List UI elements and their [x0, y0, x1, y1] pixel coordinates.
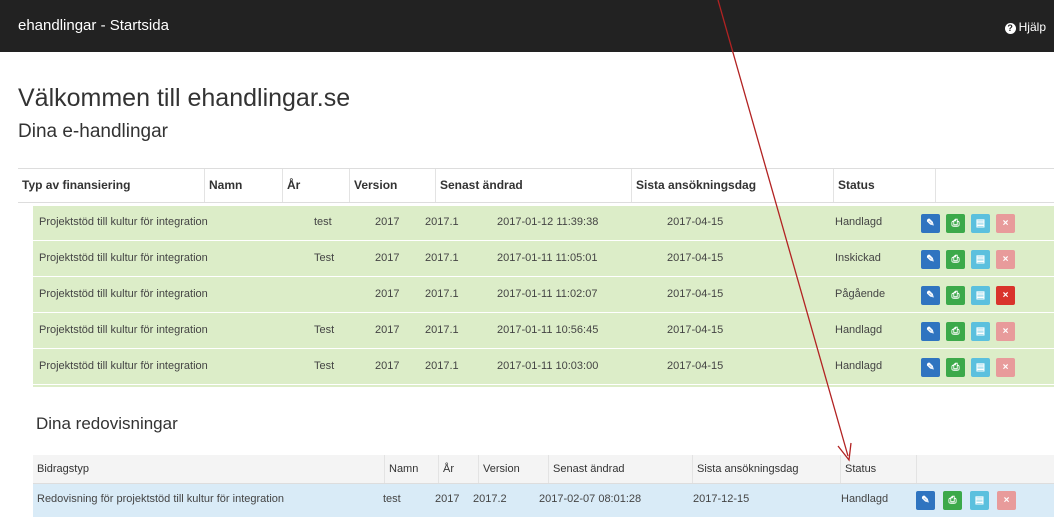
cell-status: Handlagd [835, 216, 883, 228]
col-ar: År [283, 169, 350, 202]
print-button[interactable]: ⎙ [943, 491, 962, 510]
col-namn: Namn [205, 169, 283, 202]
print-button[interactable]: ⎙ [946, 322, 965, 341]
redovisningar-table-body: Redovisning för projektstöd till kultur … [33, 484, 1054, 517]
delete-button[interactable]: × [996, 214, 1015, 233]
col-status: Status [834, 169, 936, 202]
edit-button[interactable]: ✎ [921, 250, 940, 269]
edit-button[interactable]: ✎ [921, 286, 940, 305]
cell-version: 2017.1 [425, 324, 459, 336]
col-namn: Namn [385, 455, 439, 483]
cell-ar: 2017 [375, 324, 400, 336]
view-button[interactable]: ▤ [971, 250, 990, 269]
view-button[interactable]: ▤ [971, 358, 990, 377]
ehandlingar-table-body: Projektstöd till kultur för integration … [33, 206, 1054, 387]
view-button[interactable]: ▤ [971, 286, 990, 305]
cell-namn: Test [314, 360, 335, 372]
cell-sista: 2017-12-15 [693, 493, 750, 505]
col-bidragstyp: Bidragstyp [33, 455, 385, 483]
table-row: Projektstöd till kultur för integration … [33, 206, 1054, 241]
edit-button[interactable]: ✎ [921, 214, 940, 233]
col-typ: Typ av finansiering [18, 169, 205, 202]
cell-senast: 2017-01-12 11:39:38 [497, 216, 599, 228]
page-title: Välkommen till ehandlingar.se [18, 84, 351, 112]
help-label: Hjälp [1018, 20, 1046, 34]
table-row: Projektstöd till kultur för integration … [33, 278, 1054, 313]
cell-typ: Projektstöd till kultur för integration [39, 216, 208, 228]
ehandlingar-table-header: Typ av finansiering Namn År Version Sena… [18, 168, 1054, 203]
cell-senast: 2017-02-07 08:01:28 [539, 493, 642, 505]
cell-namn: Test [314, 324, 335, 336]
delete-button[interactable]: × [997, 491, 1016, 510]
table-row: Projektstöd till kultur för integration … [33, 242, 1054, 277]
help-link[interactable]: ? Hjälp [1004, 20, 1046, 34]
app-title[interactable]: ehandlingar - Startsida [18, 17, 169, 34]
cell-status: Inskickad [835, 252, 881, 264]
table-row: Projektstöd till kultur för integration … [33, 314, 1054, 349]
cell-bidragstyp: Redovisning för projektstöd till kultur … [37, 493, 285, 505]
cell-status: Pågående [835, 288, 886, 300]
cell-senast: 2017-01-11 10:03:00 [497, 360, 599, 372]
col-version: Version [350, 169, 436, 202]
cell-typ: Projektstöd till kultur för integration [39, 360, 208, 372]
cell-senast: 2017-01-11 10:56:45 [497, 324, 599, 336]
cell-namn: test [383, 493, 401, 505]
print-button[interactable]: ⎙ [946, 286, 965, 305]
ehandlingar-heading: Dina e-handlingar [18, 121, 168, 142]
edit-button[interactable]: ✎ [916, 491, 935, 510]
col-sista: Sista ansökningsdag [632, 169, 834, 202]
cell-ar: 2017 [375, 252, 400, 264]
help-icon: ? [1004, 23, 1016, 34]
cell-version: 2017.2 [473, 493, 507, 505]
cell-status: Handlagd [835, 360, 883, 372]
delete-button[interactable]: × [996, 322, 1015, 341]
cell-sista: 2017-04-15 [667, 252, 724, 264]
cell-ar: 2017 [375, 216, 400, 228]
print-button[interactable]: ⎙ [946, 250, 965, 269]
cell-senast: 2017-01-11 11:05:01 [497, 252, 598, 264]
cell-ar: 2017 [435, 493, 460, 505]
redovisningar-table-header: Bidragstyp Namn År Version Senast ändrad… [33, 455, 1054, 484]
cell-senast: 2017-01-11 11:02:07 [497, 288, 598, 300]
cell-ar: 2017 [375, 360, 400, 372]
edit-button[interactable]: ✎ [921, 358, 940, 377]
cell-status: Handlagd [835, 324, 883, 336]
view-button[interactable]: ▤ [971, 322, 990, 341]
delete-button[interactable]: × [996, 358, 1015, 377]
top-navbar: ehandlingar - Startsida ? Hjälp [0, 0, 1054, 52]
cell-typ: Projektstöd till kultur för integration [39, 288, 208, 300]
cell-sista: 2017-04-15 [667, 288, 724, 300]
cell-version: 2017.1 [425, 288, 459, 300]
cell-version: 2017.1 [425, 360, 459, 372]
col-status: Status [841, 455, 917, 483]
cell-namn: test [314, 216, 332, 228]
cell-sista: 2017-04-15 [667, 324, 724, 336]
table-row: Redovisning för projektstöd till kultur … [33, 484, 1054, 517]
table-row: Projektstöd till kultur för integration … [33, 350, 1054, 385]
col-sista: Sista ansökningsdag [693, 455, 841, 483]
cell-namn: Test [314, 252, 335, 264]
cell-ar: 2017 [375, 288, 400, 300]
print-button[interactable]: ⎙ [946, 214, 965, 233]
edit-button[interactable]: ✎ [921, 322, 940, 341]
delete-button[interactable]: × [996, 250, 1015, 269]
redovisningar-heading: Dina redovisningar [36, 414, 178, 433]
cell-typ: Projektstöd till kultur för integration [39, 324, 208, 336]
cell-typ: Projektstöd till kultur för integration [39, 252, 208, 264]
delete-button[interactable]: × [996, 286, 1015, 305]
view-button[interactable]: ▤ [970, 491, 989, 510]
cell-sista: 2017-04-15 [667, 360, 724, 372]
cell-version: 2017.1 [425, 216, 459, 228]
col-version: Version [479, 455, 549, 483]
cell-status: Handlagd [841, 493, 889, 505]
cell-sista: 2017-04-15 [667, 216, 724, 228]
print-button[interactable]: ⎙ [946, 358, 965, 377]
col-senast: Senast ändrad [436, 169, 632, 202]
cell-version: 2017.1 [425, 252, 459, 264]
col-senast: Senast ändrad [549, 455, 693, 483]
col-ar: År [439, 455, 479, 483]
view-button[interactable]: ▤ [971, 214, 990, 233]
